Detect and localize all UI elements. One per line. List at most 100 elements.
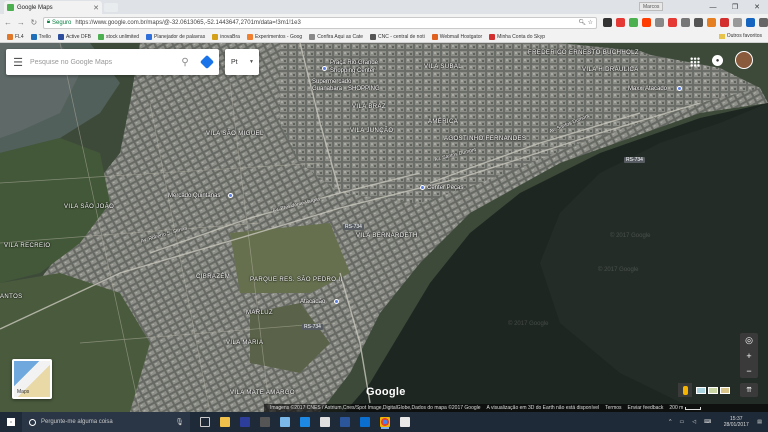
place-label[interactable]: Center Peças bbox=[427, 185, 463, 191]
notifications-center-icon[interactable]: ▤ bbox=[757, 419, 762, 425]
notifications-icon[interactable]: ● bbox=[712, 55, 723, 66]
bookmark-item[interactable]: stock unlimited bbox=[97, 33, 139, 40]
language-select[interactable]: Pt ▼ bbox=[225, 49, 259, 75]
place-pin-icon[interactable] bbox=[420, 185, 425, 190]
bookmark-item[interactable]: Active DFB bbox=[57, 33, 91, 40]
search-icon[interactable]: ⚲ bbox=[175, 57, 195, 68]
bookmark-item[interactable]: Webmail Hostgator bbox=[431, 33, 482, 40]
feedback-link[interactable]: Enviar feedback bbox=[628, 405, 664, 411]
extension-icon[interactable] bbox=[616, 18, 626, 27]
bookmark-item[interactable]: Experimentos - Goog bbox=[246, 33, 302, 40]
area-label: VILA BERNARDETH bbox=[356, 233, 418, 239]
forward-icon[interactable]: → bbox=[16, 18, 26, 27]
extension-icon[interactable] bbox=[603, 18, 613, 27]
chrome-icon[interactable] bbox=[380, 417, 390, 427]
place-label[interactable]: Supermercado bbox=[312, 79, 351, 85]
bookmark-label: Minha Conta do Skyp bbox=[497, 33, 545, 40]
extension-icon[interactable] bbox=[746, 18, 756, 27]
place-label[interactable]: Maxxi Atacado bbox=[628, 86, 667, 92]
close-tab-icon[interactable]: ✕ bbox=[93, 4, 99, 12]
place-label[interactable]: Mercado Quintanas bbox=[168, 193, 220, 199]
place-label[interactable]: Shopping Center bbox=[330, 68, 375, 74]
volume-icon[interactable]: ◁ bbox=[692, 419, 696, 425]
rotate-icon[interactable]: ⇈ bbox=[740, 383, 758, 397]
photoshop-icon[interactable] bbox=[240, 417, 250, 427]
media-icon[interactable] bbox=[260, 417, 270, 427]
url-text[interactable]: https://www.google.com.br/maps/@-32.0613… bbox=[75, 20, 300, 26]
menu-icon[interactable]: ☰ bbox=[6, 56, 30, 69]
satellite-map[interactable]: VILA SÃO MIGUEL VILA SÃO JOÃO VILA RECRE… bbox=[0, 43, 768, 412]
place-label[interactable]: Atacadão bbox=[300, 299, 325, 305]
back-icon[interactable]: ← bbox=[3, 18, 13, 27]
watermark: © 2017 Google bbox=[610, 233, 651, 239]
place-pin-icon[interactable] bbox=[677, 86, 682, 91]
terms-link[interactable]: Termos bbox=[605, 405, 621, 411]
mail-icon[interactable] bbox=[694, 18, 704, 27]
my-location-icon[interactable]: ◎ bbox=[740, 333, 758, 348]
watermark: © 2017 Google bbox=[598, 267, 639, 273]
close-window-icon[interactable]: ✕ bbox=[746, 0, 768, 14]
menu-icon[interactable] bbox=[759, 18, 768, 27]
imagery-thumb-icon[interactable] bbox=[696, 387, 706, 394]
bookmark-item[interactable]: Minha Conta do Skyp bbox=[489, 33, 545, 40]
file-explorer-icon[interactable] bbox=[220, 417, 230, 427]
address-bar[interactable]: 🔒︎ Seguro https://www.google.com.br/maps… bbox=[42, 16, 598, 29]
bookmark-item[interactable]: CNC - central de noti bbox=[370, 33, 425, 40]
maximize-icon[interactable]: ❐ bbox=[724, 0, 746, 14]
directions-icon[interactable] bbox=[195, 54, 219, 70]
zoom-out-button[interactable]: − bbox=[740, 363, 758, 378]
edge-icon[interactable] bbox=[360, 417, 370, 427]
microphone-icon[interactable]: 🎙︎ bbox=[175, 418, 184, 426]
clock[interactable]: 15:37 28/01/2017 bbox=[717, 416, 755, 428]
bookmark-item[interactable]: FL4 bbox=[7, 33, 24, 40]
youtube-icon[interactable] bbox=[642, 18, 652, 27]
calculator-icon[interactable] bbox=[320, 417, 330, 427]
tray-chevron-icon[interactable]: ^ bbox=[669, 419, 671, 425]
place-label[interactable]: Guanabara bbox=[312, 86, 342, 92]
place-label[interactable]: SHOPPING bbox=[348, 86, 380, 92]
place-pin-icon[interactable] bbox=[228, 193, 233, 198]
place-pin-icon[interactable] bbox=[322, 66, 327, 71]
extension-icon[interactable] bbox=[707, 18, 717, 27]
windows-start-icon[interactable] bbox=[0, 412, 22, 432]
area-label: ANTOS bbox=[0, 294, 23, 300]
extension-icon[interactable] bbox=[720, 18, 730, 27]
imagery-thumb-icon[interactable] bbox=[708, 387, 718, 394]
bookmark-item[interactable]: Trello bbox=[30, 33, 51, 40]
extension-icon[interactable] bbox=[655, 18, 665, 27]
bookmark-item[interactable]: inovaBra bbox=[212, 33, 240, 40]
other-bookmarks[interactable]: Outros favoritos bbox=[718, 33, 762, 39]
extension-icon[interactable] bbox=[629, 18, 639, 27]
bookmark-item[interactable]: Confira Aqui as Cate bbox=[309, 33, 363, 40]
cortana-search[interactable]: Pergunte-me alguma coisa 🎙︎ bbox=[22, 412, 190, 432]
network-icon[interactable]: ▭ bbox=[679, 419, 684, 425]
apps-grid-icon[interactable] bbox=[690, 57, 700, 67]
task-view-icon[interactable] bbox=[200, 417, 210, 427]
zoom-in-button[interactable]: + bbox=[740, 348, 758, 363]
bookmark-item[interactable]: Planejador de palavras bbox=[146, 33, 205, 40]
profile-name[interactable]: Marcos bbox=[639, 2, 664, 11]
area-label: VILA MATE AMARGO bbox=[230, 390, 295, 396]
imagery-thumb-icon[interactable] bbox=[720, 387, 730, 394]
word-icon[interactable] bbox=[340, 417, 350, 427]
place-pin-icon[interactable] bbox=[334, 299, 339, 304]
app-icon[interactable] bbox=[280, 417, 290, 427]
bookmark-star-icon[interactable]: 🔍︎ ☆ bbox=[578, 19, 593, 26]
keyboard-icon[interactable]: ⌨ bbox=[704, 419, 711, 425]
place-label[interactable]: Praça Rio Grande bbox=[330, 60, 378, 66]
avatar[interactable] bbox=[735, 51, 753, 69]
other-bookmarks-label: Outros favoritos bbox=[726, 33, 762, 39]
minimize-icon[interactable]: — bbox=[702, 0, 724, 14]
street-view-pegman-icon[interactable] bbox=[678, 383, 692, 397]
search-input[interactable] bbox=[30, 58, 175, 66]
new-tab-button[interactable] bbox=[104, 3, 118, 12]
scale-label[interactable]: 200 m bbox=[669, 405, 683, 411]
extension-icon[interactable] bbox=[733, 18, 743, 27]
opera-icon[interactable] bbox=[668, 18, 678, 27]
tab-google-maps[interactable]: Google Maps ✕ bbox=[4, 1, 102, 14]
map-type-toggle[interactable]: Maps bbox=[12, 359, 52, 399]
app-icon[interactable] bbox=[300, 417, 310, 427]
app-icon[interactable] bbox=[400, 417, 410, 427]
extension-icon[interactable] bbox=[681, 18, 691, 27]
reload-icon[interactable]: ↻ bbox=[29, 18, 39, 27]
